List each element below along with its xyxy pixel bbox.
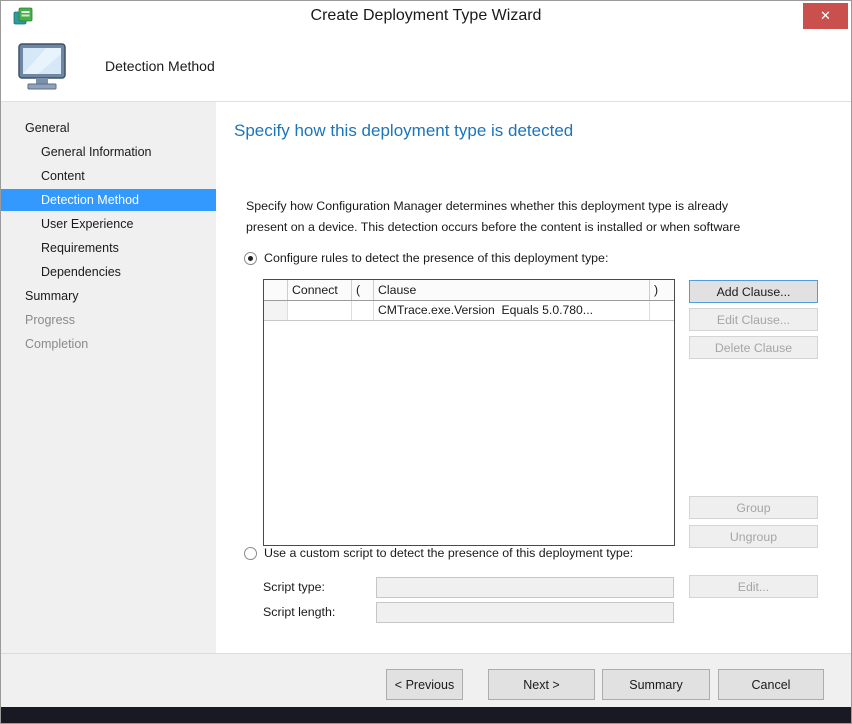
wizard-content: Specify how this deployment type is dete… xyxy=(216,102,851,653)
wizard-sidebar: General General Information Content Dete… xyxy=(1,102,216,653)
page-title: Detection Method xyxy=(105,58,215,74)
group-button[interactable]: Group xyxy=(689,496,818,519)
column-header-close-paren: ) xyxy=(650,280,674,300)
cell-connect xyxy=(288,301,352,320)
radio-configure-rules-label: Configure rules to detect the presence o… xyxy=(264,251,608,265)
radio-custom-script[interactable]: Use a custom script to detect the presen… xyxy=(244,546,633,560)
row-selector-cell[interactable]: ▶ xyxy=(264,301,288,320)
cancel-button[interactable]: Cancel xyxy=(718,669,824,700)
column-header-connect: Connect xyxy=(288,280,352,300)
next-button[interactable]: Next > xyxy=(488,669,595,700)
titlebar: Create Deployment Type Wizard ✕ xyxy=(1,1,851,31)
column-header-clause: Clause xyxy=(374,280,650,300)
table-row[interactable]: ▶ CMTrace.exe.Version Equals 5.0.780... xyxy=(264,301,674,321)
sidebar-item-user-experience[interactable]: User Experience xyxy=(1,213,216,235)
sidebar-item-requirements[interactable]: Requirements xyxy=(1,237,216,259)
cell-open-paren xyxy=(352,301,374,320)
edit-script-button[interactable]: Edit... xyxy=(689,575,818,598)
sidebar-item-general[interactable]: General xyxy=(1,117,216,139)
script-type-label: Script type: xyxy=(263,580,325,594)
script-type-input[interactable] xyxy=(376,577,674,598)
cell-clause: CMTrace.exe.Version Equals 5.0.780... xyxy=(374,301,650,320)
column-header-open-paren: ( xyxy=(352,280,374,300)
edit-clause-button[interactable]: Edit Clause... xyxy=(689,308,818,331)
wizard-window: Create Deployment Type Wizard ✕ Detectio… xyxy=(0,0,852,724)
computer-icon xyxy=(15,41,73,93)
summary-button[interactable]: Summary xyxy=(602,669,710,700)
sidebar-item-summary[interactable]: Summary xyxy=(1,285,216,307)
column-header-selector xyxy=(264,280,288,300)
description-line-1: Specify how Configuration Manager determ… xyxy=(246,196,740,217)
close-button[interactable]: ✕ xyxy=(803,3,848,29)
sidebar-item-dependencies[interactable]: Dependencies xyxy=(1,261,216,283)
add-clause-button[interactable]: Add Clause... xyxy=(689,280,818,303)
bottom-dark-strip xyxy=(1,707,851,724)
delete-clause-button[interactable]: Delete Clause xyxy=(689,336,818,359)
description-line-2: present on a device. This detection occu… xyxy=(246,217,740,238)
close-icon: ✕ xyxy=(820,8,831,24)
sidebar-item-progress: Progress xyxy=(1,309,216,331)
cell-close-paren xyxy=(650,301,674,320)
detection-rules-table[interactable]: Connect ( Clause ) ▶ CMTrace.exe.Version… xyxy=(263,279,675,546)
sidebar-item-general-information[interactable]: General Information xyxy=(1,141,216,163)
wizard-footer: < Previous Next > Summary Cancel xyxy=(1,653,851,707)
content-heading: Specify how this deployment type is dete… xyxy=(234,121,573,141)
ungroup-button[interactable]: Ungroup xyxy=(689,525,818,548)
sidebar-item-completion: Completion xyxy=(1,333,216,355)
radio-unselected-icon xyxy=(244,547,257,560)
sidebar-item-detection-method[interactable]: Detection Method xyxy=(1,189,216,211)
radio-configure-rules[interactable]: Configure rules to detect the presence o… xyxy=(244,251,608,265)
content-description: Specify how Configuration Manager determ… xyxy=(246,196,740,238)
sidebar-item-content[interactable]: Content xyxy=(1,165,216,187)
page-header: Detection Method xyxy=(1,31,851,102)
previous-button[interactable]: < Previous xyxy=(386,669,463,700)
radio-custom-script-label: Use a custom script to detect the presen… xyxy=(264,546,633,560)
radio-selected-icon xyxy=(244,252,257,265)
table-header-row: Connect ( Clause ) xyxy=(264,280,674,301)
script-length-input[interactable] xyxy=(376,602,674,623)
script-length-label: Script length: xyxy=(263,605,335,619)
window-title: Create Deployment Type Wizard xyxy=(1,7,851,25)
